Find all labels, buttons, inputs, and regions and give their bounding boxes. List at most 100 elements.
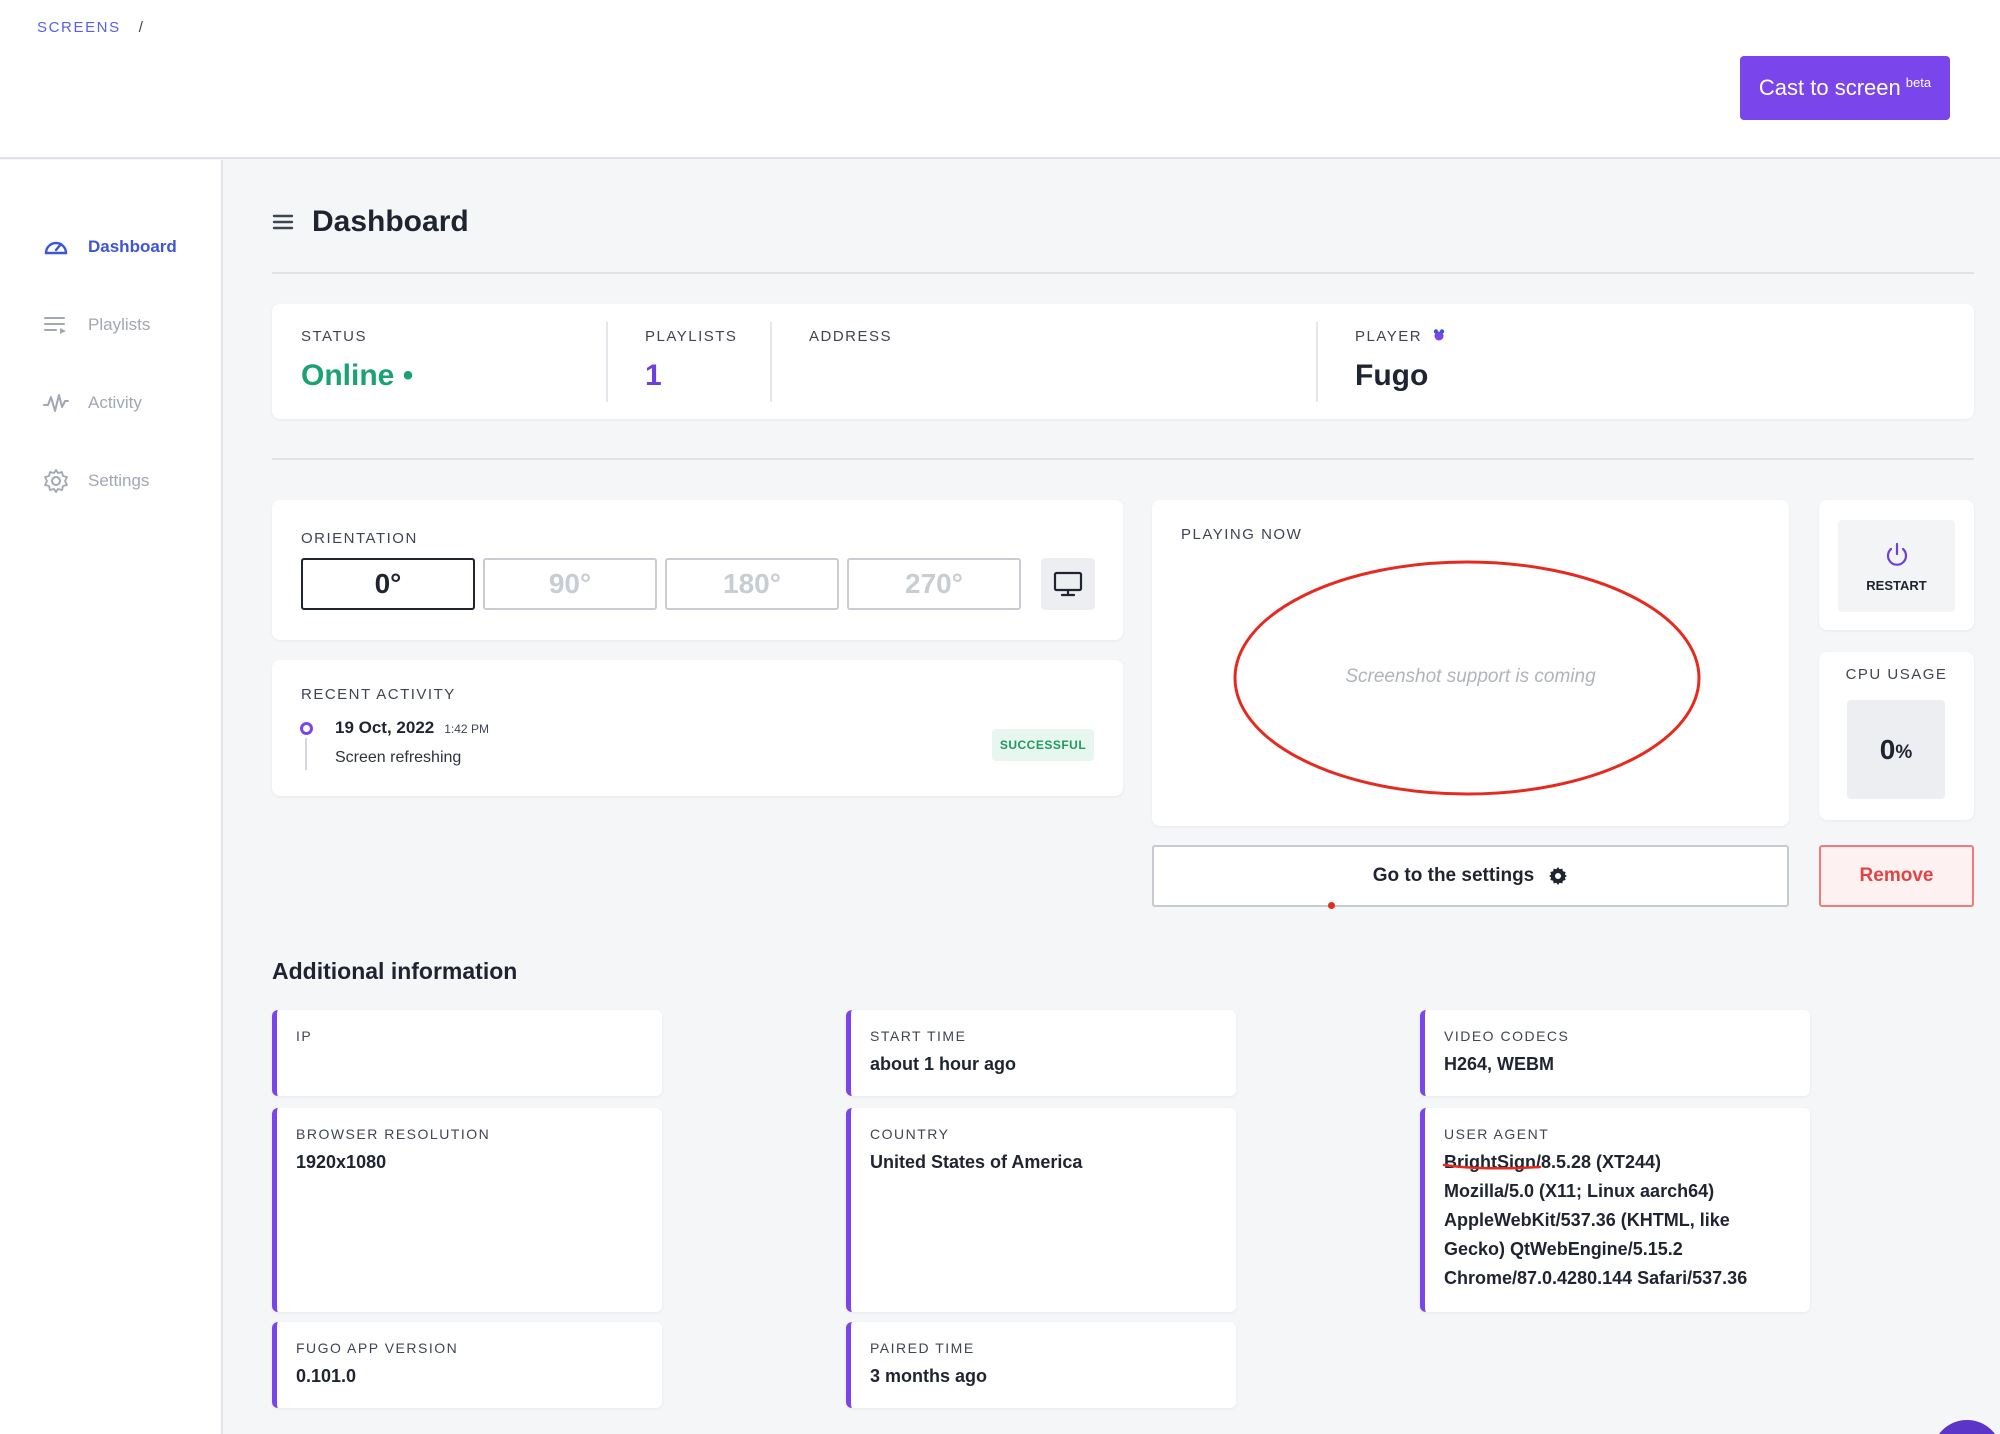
power-icon xyxy=(1886,542,1907,566)
start-time-value: about 1 hour ago xyxy=(870,1054,1016,1074)
ip-label: IP xyxy=(296,1028,313,1044)
app-version-label: FUGO APP VERSION xyxy=(296,1340,459,1356)
beta-badge: beta xyxy=(1905,74,1932,90)
browser-resolution-label: BROWSER RESOLUTION xyxy=(296,1126,491,1142)
additional-info-title: Additional information xyxy=(272,958,518,984)
orientation-90-button[interactable]: 90° xyxy=(483,558,657,610)
video-codecs-value: H264, WEBM xyxy=(1444,1054,1555,1074)
online-dot: • xyxy=(402,359,414,392)
player-label-text: PLAYER xyxy=(1355,328,1423,345)
divider xyxy=(272,458,1974,460)
monitor-icon xyxy=(1053,571,1083,597)
hamburger-icon[interactable] xyxy=(272,211,294,233)
playlist-icon xyxy=(44,317,66,334)
cpu-usage-label: CPU USAGE xyxy=(1845,666,1948,683)
status-label: STATUS xyxy=(301,328,367,345)
app-version-card: FUGO APP VERSION 0.101.0 xyxy=(272,1322,662,1408)
address-label: ADDRESS xyxy=(809,328,893,345)
breadcrumb-separator: / xyxy=(138,19,145,36)
start-time-label: START TIME xyxy=(870,1028,967,1044)
fugo-icon xyxy=(1433,329,1444,341)
activity-description: Screen refreshing xyxy=(335,749,462,766)
restart-button[interactable]: RESTART xyxy=(1838,520,1955,612)
cpu-usage-value: 0% xyxy=(1847,700,1945,799)
sidebar-item-label: Settings xyxy=(88,471,150,490)
go-to-settings-button[interactable]: Go to the settings xyxy=(1152,845,1789,907)
activity-datetime: 19 Oct, 2022 1:42 PM xyxy=(335,718,489,738)
orientation-label: ORIENTATION xyxy=(301,530,418,547)
activity-icon xyxy=(43,394,69,412)
sidebar-item-dashboard[interactable]: Dashboard xyxy=(42,232,177,262)
restart-label: RESTART xyxy=(1866,577,1927,593)
activity-date: 19 Oct, 2022 xyxy=(335,718,435,737)
recent-activity-label: RECENT ACTIVITY xyxy=(301,686,456,703)
sidebar-item-label: Dashboard xyxy=(88,237,177,256)
ip-card: IP xyxy=(272,1010,662,1096)
orientation-card: ORIENTATION 0° 90° 180° 270° xyxy=(272,500,1123,640)
breadcrumb-screens-link[interactable]: SCREENS xyxy=(37,19,121,36)
user-agent-line: Chrome/87.0.4280.144 Safari/537.36 xyxy=(1444,1268,1748,1288)
status-badge: SUCCESSFUL xyxy=(992,729,1094,761)
gear-icon xyxy=(44,469,68,493)
country-label: COUNTRY xyxy=(870,1126,950,1142)
top-bar: SCREENS / Cast to screen beta xyxy=(0,0,2000,159)
cpu-usage-number: 0 xyxy=(1879,733,1896,765)
paired-time-label: PAIRED TIME xyxy=(870,1340,975,1356)
timeline-line xyxy=(305,738,307,770)
divider xyxy=(606,322,608,402)
player-value: Fugo xyxy=(1355,359,1429,392)
playlists-count[interactable]: 1 xyxy=(645,359,737,393)
divider xyxy=(1316,322,1318,402)
timeline-dot xyxy=(300,722,313,735)
user-agent-label: USER AGENT xyxy=(1444,1126,1550,1142)
sidebar-item-playlists[interactable]: Playlists xyxy=(42,310,150,340)
annotation-underline xyxy=(1442,1163,1542,1170)
annotation-dot xyxy=(1328,902,1335,909)
status-card: STATUS Online • PLAYLISTS 1 ADDRESS PLAY… xyxy=(272,304,1974,419)
status-text: Online xyxy=(301,359,395,392)
page-header: Dashboard xyxy=(272,205,469,239)
paired-time-value: 3 months ago xyxy=(870,1366,988,1386)
browser-resolution-card: BROWSER RESOLUTION 1920x1080 xyxy=(272,1108,662,1312)
country-card: COUNTRY United States of America xyxy=(846,1108,1236,1312)
sidebar-item-label: Activity xyxy=(88,393,142,412)
divider xyxy=(770,322,772,402)
app-version-value: 0.101.0 xyxy=(296,1366,357,1386)
player-label: PLAYER xyxy=(1355,328,1446,345)
video-codecs-card: VIDEO CODECS H264, WEBM xyxy=(1420,1010,1810,1096)
cast-to-screen-button[interactable]: Cast to screen beta xyxy=(1740,56,1950,120)
browser-resolution-value: 1920x1080 xyxy=(296,1152,387,1172)
page-title: Dashboard xyxy=(312,205,469,238)
sidebar: Dashboard Playlists Activity Settings xyxy=(0,160,223,1434)
sidebar-item-label: Playlists xyxy=(88,315,151,334)
user-agent-line: Mozilla/5.0 (X11; Linux aarch64) xyxy=(1444,1181,1715,1201)
annotation-ellipse xyxy=(1233,560,1701,796)
monitor-button[interactable] xyxy=(1041,558,1095,610)
breadcrumb: SCREENS / xyxy=(37,19,145,36)
user-agent-line: AppleWebKit/537.36 (KHTML, like xyxy=(1444,1210,1730,1230)
playlists-stat: PLAYLISTS 1 xyxy=(645,328,737,393)
player-stat: PLAYER Fugo xyxy=(1355,328,1446,393)
cast-to-screen-label: Cast to screen xyxy=(1758,75,1901,100)
user-agent-card: USER AGENT BrightSign/8.5.28 (XT244) Moz… xyxy=(1420,1108,1810,1312)
start-time-card: START TIME about 1 hour ago xyxy=(846,1010,1236,1096)
sidebar-item-settings[interactable]: Settings xyxy=(42,466,149,496)
playlists-label: PLAYLISTS xyxy=(645,328,738,345)
cpu-usage-card: CPU USAGE 0% xyxy=(1819,652,1974,820)
orientation-270-button[interactable]: 270° xyxy=(847,558,1021,610)
paired-time-card: PAIRED TIME 3 months ago xyxy=(846,1322,1236,1408)
chat-widget-button[interactable] xyxy=(1932,1420,2000,1434)
remove-button[interactable]: Remove xyxy=(1819,845,1974,907)
sidebar-item-activity[interactable]: Activity xyxy=(42,388,142,418)
recent-activity-card: RECENT ACTIVITY 19 Oct, 2022 1:42 PM Scr… xyxy=(272,660,1123,796)
divider xyxy=(272,272,1974,274)
gear-icon xyxy=(1549,867,1568,885)
go-to-settings-label: Go to the settings xyxy=(1372,865,1535,886)
orientation-180-button[interactable]: 180° xyxy=(665,558,839,610)
status-stat: STATUS Online • xyxy=(301,328,413,393)
playing-now-label: PLAYING NOW xyxy=(1181,526,1303,543)
status-value: Online • xyxy=(301,359,413,393)
orientation-0-button[interactable]: 0° xyxy=(301,558,475,610)
video-codecs-label: VIDEO CODECS xyxy=(1444,1028,1570,1044)
cpu-usage-unit: % xyxy=(1895,741,1913,763)
